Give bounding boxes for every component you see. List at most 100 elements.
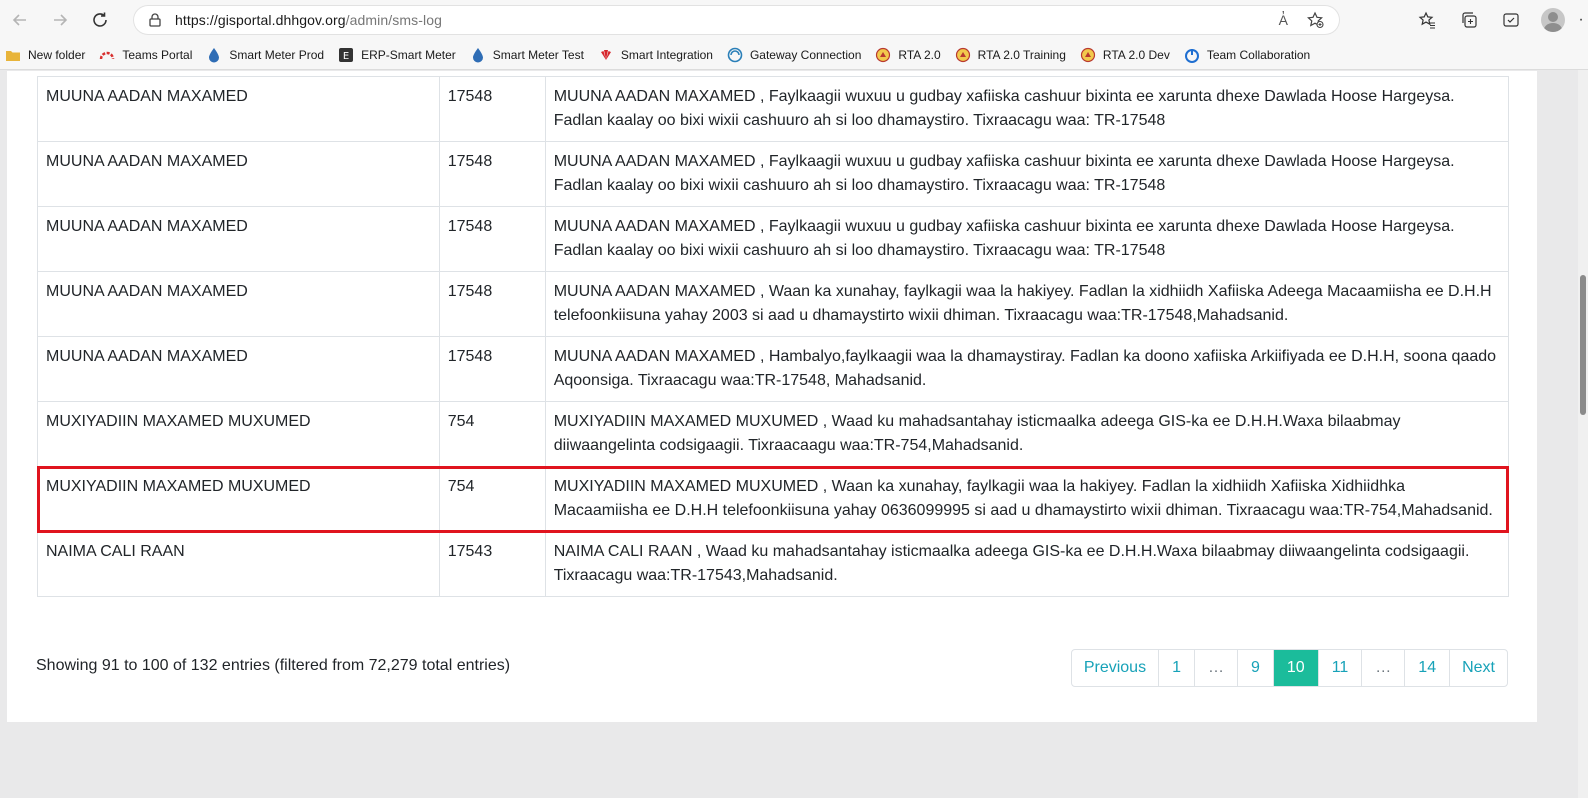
bookmark-label: Team Collaboration: [1206, 47, 1311, 62]
refresh-button[interactable]: [80, 0, 120, 40]
bookmark-rta-2-0-training[interactable]: RTA 2.0 Training: [955, 47, 1066, 63]
web-capture-icon: [1503, 13, 1519, 27]
message-cell: NAIMA CALI RAAN , Waad ku mahadsantahay …: [544, 531, 1510, 597]
pagination-ellipsis: …: [1193, 650, 1237, 686]
bookmark-label: Smart Integration: [620, 47, 713, 62]
huawei-icon: [598, 47, 614, 63]
pagination-previous[interactable]: Previous: [1072, 650, 1158, 686]
folder-icon: [5, 47, 21, 63]
reference-cell: 754: [438, 466, 546, 532]
read-aloud-icon[interactable]: A̓: [1279, 12, 1288, 28]
message-cell: MUUNA AADAN MAXAMED , Faylkaagii wuxuu u…: [544, 141, 1510, 207]
bookmark-label: Teams Portal: [122, 47, 193, 62]
collections-button[interactable]: [1448, 0, 1490, 40]
power-icon: [1184, 47, 1200, 63]
refresh-icon: [93, 12, 107, 27]
page-scrollbar[interactable]: [1578, 70, 1588, 798]
pagination-page-11[interactable]: 11: [1317, 650, 1362, 686]
recipient-name-cell: MUUNA AADAN MAXAMED: [37, 271, 440, 337]
add-favorite-icon[interactable]: [1306, 11, 1324, 29]
bookmark-label: ERP-Smart Meter: [361, 47, 456, 62]
bookmark-label: RTA 2.0 Dev: [1102, 47, 1170, 62]
bookmark-gateway-connection[interactable]: Gateway Connection: [727, 47, 861, 63]
bookmark-smart-meter-prod[interactable]: Smart Meter Prod: [206, 47, 324, 63]
arrow-left-icon: [12, 14, 26, 26]
lock-icon: [149, 13, 161, 27]
bookmark-smart-meter-test[interactable]: Smart Meter Test: [470, 47, 584, 63]
table-row: MUUNA AADAN MAXAMED 17548 MUUNA AADAN MAXA…: [37, 141, 1510, 207]
pagination-ellipsis: …: [1361, 650, 1404, 686]
pagination-next[interactable]: Next: [1449, 650, 1507, 686]
browser-toolbar: https://gisportal.dhhgov.org/admin/sms-l…: [0, 0, 1588, 40]
table-row: MUUNA AADAN MAXAMED 17548 MUUNA AADAN MAXA…: [37, 206, 1510, 272]
sms-log-table: MUUNA AADAN MAXAMED 17548 MUUNA AADAN MAXA…: [37, 76, 1510, 597]
table-row: MUUNA AADAN MAXAMED 17548 MUUNA AADAN MAXA…: [37, 76, 1510, 142]
screenshot-button[interactable]: [1490, 0, 1532, 40]
sms-log-table-body: MUUNA AADAN MAXAMED 17548 MUUNA AADAN MAXA…: [37, 76, 1510, 597]
reference-cell: 17543: [438, 531, 546, 597]
bookmark-erp-smart-meter[interactable]: E ERP-Smart Meter: [338, 47, 456, 63]
address-bar[interactable]: https://gisportal.dhhgov.org/admin/sms-l…: [133, 5, 1340, 35]
message-cell: MUUNA AADAN MAXAMED , Faylkaagii wuxuu u…: [544, 206, 1510, 272]
bookmark-teams-portal[interactable]: Teams Portal: [99, 47, 192, 63]
reference-cell: 754: [438, 401, 546, 467]
bookmark-team-collaboration[interactable]: Team Collaboration: [1184, 47, 1310, 63]
bookmark-new-folder[interactable]: New folder: [5, 47, 85, 63]
more-label: ·: [1578, 11, 1584, 28]
rta-icon: [875, 47, 891, 63]
table-row: NAIMA CALI RAAN 17543 NAIMA CALI RAAN , Wa…: [37, 531, 1510, 597]
droplet-icon: [470, 47, 486, 63]
forward-button[interactable]: [40, 0, 80, 40]
recipient-name-cell: MUUNA AADAN MAXAMED: [37, 336, 440, 402]
bookmark-label: RTA 2.0 Training: [977, 47, 1066, 62]
profile-button[interactable]: [1532, 0, 1574, 40]
teams-portal-icon: [99, 47, 115, 63]
reference-cell: 17548: [438, 271, 546, 337]
bookmark-label: Smart Meter Test: [492, 47, 584, 62]
recipient-name-cell: MUXIYADIIN MAXAMED MUXUMED: [37, 401, 440, 467]
bookmark-label: New folder: [28, 47, 86, 62]
profile-avatar: [1541, 8, 1565, 32]
collections-icon: [1462, 12, 1477, 28]
message-cell: MUXIYADIIN MAXAMED MUXUMED , Waan ka xun…: [544, 466, 1510, 532]
recipient-name-cell: MUXIYADIIN MAXAMED MUXUMED: [37, 466, 440, 532]
recipient-name-cell: MUUNA AADAN MAXAMED: [37, 141, 440, 207]
arrow-right-icon: [54, 14, 68, 26]
scrollbar-thumb[interactable]: [1580, 275, 1586, 415]
rta-icon: [1080, 47, 1096, 63]
droplet-icon: [206, 47, 222, 63]
pagination-page-14[interactable]: 14: [1404, 650, 1449, 686]
pagination-page-10-active[interactable]: 10: [1272, 650, 1318, 686]
recipient-name-cell: MUUNA AADAN MAXAMED: [37, 206, 440, 272]
favorites-star-icon: [1418, 11, 1435, 29]
table-row: MUUNA AADAN MAXAMED 17548 MUUNA AADAN MAXA…: [37, 271, 1510, 337]
erp-icon: E: [338, 47, 354, 63]
back-button[interactable]: [0, 0, 40, 40]
pagination-page-1[interactable]: 1: [1158, 650, 1194, 686]
browser-tools: ·: [1406, 0, 1588, 40]
table-row: MUXIYADIIN MAXAMED MUXUMED 754 MUXIYADIIN …: [37, 401, 1510, 467]
url-path: /admin/sms-log: [345, 12, 442, 28]
message-cell: MUUNA AADAN MAXAMED , Faylkaagii wuxuu u…: [544, 76, 1510, 142]
message-cell: MUUNA AADAN MAXAMED , Hambalyo,faylkaagi…: [544, 336, 1510, 402]
bookmark-rta-2-0-dev[interactable]: RTA 2.0 Dev: [1080, 47, 1170, 63]
bookmark-rta-2-0[interactable]: RTA 2.0: [875, 47, 941, 63]
bookmark-label: RTA 2.0: [898, 47, 941, 62]
pagination-page-9[interactable]: 9: [1236, 650, 1273, 686]
favorites-button[interactable]: [1406, 0, 1448, 40]
more-menu-button[interactable]: ·: [1574, 0, 1588, 40]
gateway-icon: [727, 47, 743, 63]
page-viewport: MUUNA AADAN MAXAMED 17548 MUUNA AADAN MAXA…: [0, 71, 1588, 798]
recipient-name-cell: MUUNA AADAN MAXAMED: [37, 76, 440, 142]
reference-cell: 17548: [438, 76, 546, 142]
message-cell: MUUNA AADAN MAXAMED , Waan ka xunahay, f…: [544, 271, 1510, 337]
table-row: MUUNA AADAN MAXAMED 17548 MUUNA AADAN MAXA…: [37, 336, 1510, 402]
pagination: Previous 1 … 9 10 11 … 14 Next: [1070, 649, 1508, 687]
recipient-name-cell: NAIMA CALI RAAN: [37, 531, 440, 597]
rta-icon: [955, 47, 971, 63]
bookmark-label: Gateway Connection: [749, 47, 862, 62]
bookmark-label: Smart Meter Prod: [229, 47, 325, 62]
bookmark-smart-integration[interactable]: Smart Integration: [598, 47, 713, 63]
reference-cell: 17548: [438, 206, 546, 272]
reference-cell: 17548: [438, 141, 546, 207]
